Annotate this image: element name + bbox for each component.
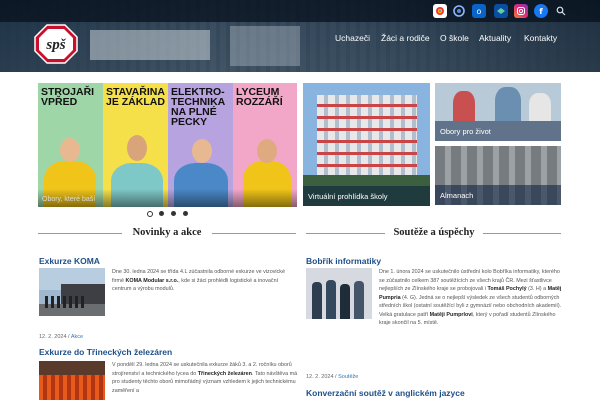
nav-item-zaci-a-rodice[interactable]: Žáci a rodiče <box>381 33 430 43</box>
tile-label: Almanach <box>440 191 474 200</box>
panel-title: Strojaři vpřed <box>41 86 95 108</box>
nav-item-o-skole[interactable]: O škole <box>440 33 469 43</box>
tile-virtual-tour[interactable]: Virtuální prohlídka školy <box>303 83 430 206</box>
contest-excerpt: Dne 1. února 2024 se uskutečnilo ústředn… <box>379 269 562 326</box>
hero-slider[interactable]: Strojaři vpřed Stavařina je základ Elekt… <box>38 83 297 207</box>
tile-obory[interactable]: Obory pro život <box>435 83 561 141</box>
slider-dot[interactable] <box>183 211 188 216</box>
news-thumbnail[interactable] <box>39 361 105 400</box>
search-icon[interactable] <box>554 4 568 18</box>
person <box>354 281 364 319</box>
contest-thumbnail[interactable] <box>306 268 372 319</box>
svg-text:spš: spš <box>45 37 66 53</box>
section-rule <box>306 233 385 234</box>
news-title[interactable]: Exkurze KOMA <box>39 256 100 266</box>
contest-title[interactable]: Bobřík informatiky <box>306 256 381 266</box>
section-title-contests: Soutěže a úspěchy <box>393 227 475 238</box>
tile-almanach[interactable]: Almanach <box>435 146 561 205</box>
outlook-icon[interactable]: o <box>472 4 486 18</box>
site-header: o f spš Uchazeči Žáci a rodiče O škole A… <box>0 0 600 72</box>
contest-meta: 12. 2. 2024 / Soutěže <box>306 374 359 380</box>
student-head <box>192 139 212 163</box>
slide-caption: Obory, které baší <box>42 196 96 203</box>
edupage-icon[interactable] <box>494 4 508 18</box>
people <box>45 296 85 308</box>
person <box>312 282 322 319</box>
news-meta: 12. 2. 2024 / Akce <box>39 334 84 340</box>
tile-label: Virtuální prohlídka školy <box>308 192 388 201</box>
news-title[interactable]: Exkurze do Třineckých železáren <box>39 347 172 357</box>
google-arts-icon[interactable] <box>433 4 447 18</box>
student-figure <box>495 87 521 121</box>
section-rule <box>483 233 561 234</box>
section-rule <box>38 233 122 234</box>
header-building <box>90 30 210 60</box>
top-bar <box>0 0 600 22</box>
nav-item-uchazeci[interactable]: Uchazeči <box>335 33 370 43</box>
student-head <box>257 139 277 163</box>
circle-logo-icon[interactable] <box>452 4 466 18</box>
news-tag[interactable]: Akce <box>71 334 83 340</box>
student-figure <box>529 93 551 121</box>
facebook-icon[interactable]: f <box>534 4 548 18</box>
news-excerpt: Dne 30. ledna 2024 se třída 4.L zúčastni… <box>112 269 286 292</box>
nav-item-kontakty[interactable]: Kontakty <box>524 33 557 43</box>
news-thumbnail[interactable] <box>39 268 105 316</box>
news-excerpt: V pondělí 29. ledna 2024 se uskutečnila … <box>112 362 298 394</box>
header-building <box>230 26 300 66</box>
contest-tag[interactable]: Soutěže <box>338 374 358 380</box>
furnace <box>39 375 105 400</box>
section-rule <box>212 233 296 234</box>
person <box>340 284 350 319</box>
slider-dot[interactable] <box>171 211 176 216</box>
school-logo[interactable]: spš <box>34 24 78 64</box>
tile-label: Obory pro život <box>440 127 491 136</box>
slider-dot[interactable] <box>147 210 153 217</box>
panel-title: Stavařina je základ <box>106 86 165 108</box>
contest-title[interactable]: Konverzační soutěž v anglickém jazyce <box>306 388 465 398</box>
panel-title: Elektro-technika na plné pecky <box>171 86 225 128</box>
student-figure <box>453 91 475 121</box>
nav-item-aktuality[interactable]: Aktuality <box>479 33 511 43</box>
building-windows <box>317 95 417 175</box>
instagram-icon[interactable] <box>514 4 528 18</box>
person <box>326 280 336 319</box>
panel-title: Lyceum rozzáří <box>236 86 283 108</box>
slider-dot[interactable] <box>159 211 164 216</box>
student-head <box>127 135 147 161</box>
section-title-news: Novinky a akce <box>132 227 202 238</box>
student-head <box>60 138 80 162</box>
